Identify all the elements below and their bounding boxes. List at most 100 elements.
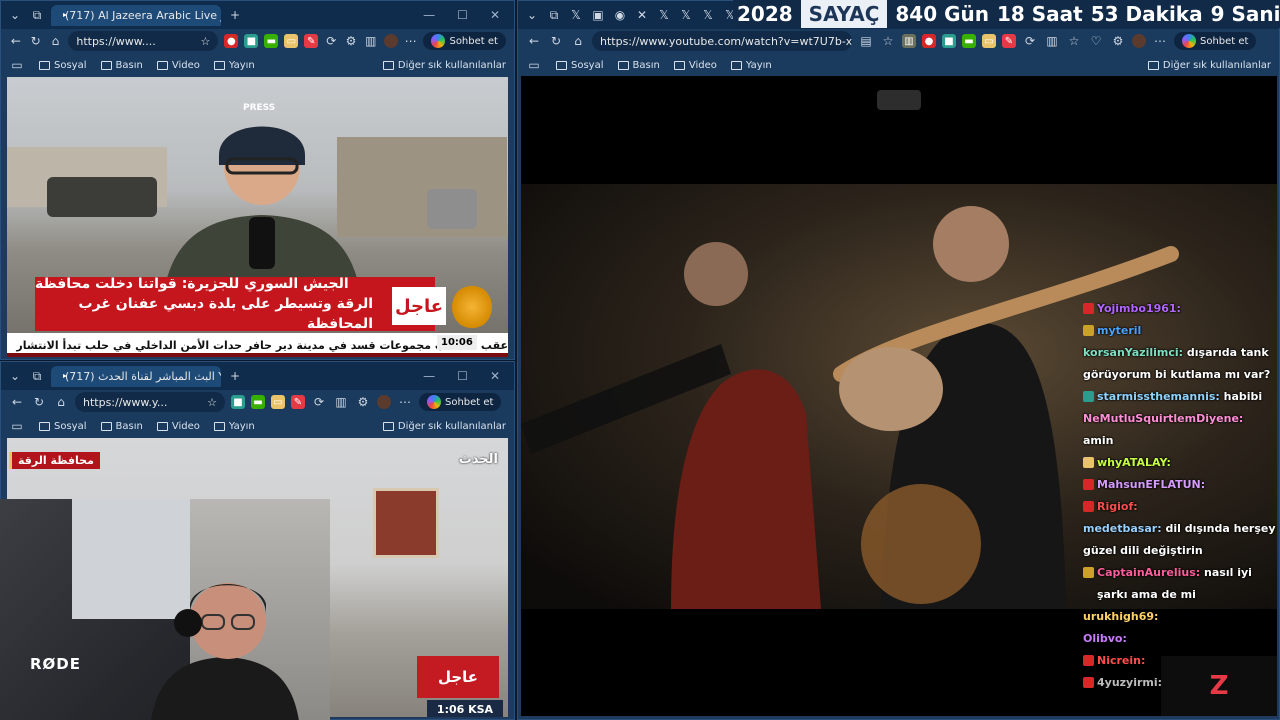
chat-username[interactable]: Nicrein: bbox=[1097, 654, 1145, 667]
extension-icon[interactable]: ▭ bbox=[284, 34, 299, 48]
x-tab-icon[interactable]: 𝕏 bbox=[568, 7, 584, 23]
copilot-button[interactable]: Sohbet et bbox=[419, 393, 502, 411]
back-icon[interactable]: ← bbox=[9, 33, 23, 49]
bookmark-folder[interactable]: Basın bbox=[100, 60, 143, 71]
bookmark-folder[interactable]: Video bbox=[673, 60, 717, 71]
avatar[interactable] bbox=[1132, 34, 1146, 48]
bookmark-folder[interactable]: Sosyal bbox=[556, 60, 604, 71]
refresh-icon[interactable]: ↻ bbox=[31, 394, 47, 410]
star-icon[interactable]: ☆ bbox=[200, 35, 210, 48]
chat-username[interactable]: Rigiof: bbox=[1097, 500, 1138, 513]
chat-username[interactable]: Yojimbo1961: bbox=[1097, 302, 1181, 315]
copilot-button[interactable]: Sohbet et bbox=[423, 32, 506, 50]
new-tab-icon[interactable]: + bbox=[227, 368, 243, 384]
tab-alhadath[interactable]: (717) البث المباشر لقناة الحدث YouTube ✕ bbox=[51, 365, 221, 387]
bookmark-folder[interactable]: Sosyal bbox=[39, 421, 87, 432]
bookmark-folder[interactable]: Video bbox=[156, 60, 200, 71]
puzzle-icon[interactable]: ⚙ bbox=[344, 33, 358, 49]
puzzle-icon[interactable]: ⚙ bbox=[1110, 33, 1126, 49]
home-icon[interactable]: ⌂ bbox=[53, 394, 69, 410]
chat-username[interactable]: korsanYazilimci: bbox=[1083, 346, 1183, 359]
more-icon[interactable]: ⋯ bbox=[404, 33, 418, 49]
back-icon[interactable]: ← bbox=[9, 394, 25, 410]
puzzle-icon[interactable]: ⚙ bbox=[355, 394, 371, 410]
chat-username[interactable]: myteril bbox=[1097, 324, 1141, 337]
favorites-icon[interactable]: ☆ bbox=[1066, 33, 1082, 49]
workspaces-icon[interactable]: ⧉ bbox=[29, 7, 45, 23]
chat-username[interactable]: NeMutluSquirtlemDiyene: bbox=[1083, 412, 1243, 425]
extension-icon[interactable]: ✎ bbox=[1002, 34, 1016, 48]
extension-icon[interactable]: ■ bbox=[942, 34, 956, 48]
video-player-aljazeera[interactable]: PRESS الجيش السوري للجزيرة: قواتنا دخلت … bbox=[7, 77, 508, 357]
new-tab-icon[interactable]: + bbox=[227, 7, 243, 23]
tab-icon[interactable]: ▣ bbox=[590, 7, 606, 23]
other-bookmarks[interactable]: Diğer sık kullanılanlar bbox=[382, 60, 506, 71]
workspaces-icon[interactable]: ⧉ bbox=[29, 368, 45, 384]
extension-icon[interactable]: ✎ bbox=[304, 34, 319, 48]
copilot-button[interactable]: Sohbet et bbox=[1174, 32, 1257, 50]
refresh-icon[interactable]: ⟳ bbox=[311, 394, 327, 410]
reading-list-icon[interactable]: ▭ bbox=[526, 57, 542, 73]
refresh-icon[interactable]: ↻ bbox=[29, 33, 43, 49]
maximize-icon[interactable]: ☐ bbox=[457, 8, 468, 22]
home-icon[interactable]: ⌂ bbox=[49, 33, 63, 49]
extension-icon[interactable]: ▥ bbox=[902, 34, 916, 48]
bookmark-folder[interactable]: Basın bbox=[100, 421, 143, 432]
extension-icon[interactable]: ■ bbox=[244, 34, 259, 48]
bookmark-folder[interactable]: Sosyal bbox=[39, 60, 87, 71]
reading-list-icon[interactable]: ▭ bbox=[9, 57, 25, 73]
close-tab-icon[interactable]: ✕ bbox=[634, 7, 650, 23]
extension-icon[interactable]: ▬ bbox=[264, 34, 279, 48]
refresh-icon[interactable]: ↻ bbox=[548, 33, 564, 49]
bookmark-folder[interactable]: Video bbox=[156, 421, 200, 432]
chat-username[interactable]: CaptainAurelius: bbox=[1097, 566, 1200, 579]
workspaces-icon[interactable]: ⧉ bbox=[546, 7, 562, 23]
more-icon[interactable]: ⋯ bbox=[1152, 33, 1168, 49]
extension-icon[interactable]: ▬ bbox=[251, 395, 265, 409]
avatar[interactable] bbox=[383, 34, 398, 48]
star-icon[interactable]: ☆ bbox=[207, 396, 217, 409]
close-window-icon[interactable]: ✕ bbox=[490, 369, 500, 383]
chat-username[interactable]: urukhigh69: bbox=[1083, 610, 1158, 623]
bookmark-folder[interactable]: Basın bbox=[617, 60, 660, 71]
extension-icon[interactable]: ✎ bbox=[291, 395, 305, 409]
url-field[interactable]: https://www.... ☆ bbox=[68, 31, 219, 51]
split-icon[interactable]: ▥ bbox=[364, 33, 378, 49]
bookmark-folder[interactable]: Yayın bbox=[730, 60, 772, 71]
minimize-icon[interactable]: — bbox=[423, 8, 435, 22]
minimize-icon[interactable]: — bbox=[423, 369, 435, 383]
url-field[interactable]: https://www.y... ☆ bbox=[75, 392, 225, 412]
tab-list-icon[interactable]: ⌄ bbox=[524, 7, 540, 23]
reader-icon[interactable]: ▤ bbox=[858, 33, 874, 49]
refresh-icon[interactable]: ⟳ bbox=[1022, 33, 1038, 49]
refresh-icon[interactable]: ⟳ bbox=[324, 33, 338, 49]
x-tab-icon[interactable]: 𝕏 bbox=[656, 7, 672, 23]
other-bookmarks[interactable]: Diğer sık kullanılanlar bbox=[382, 421, 506, 432]
url-field[interactable]: https://www.youtube.com/watch?v=wt7U7b-x… bbox=[592, 31, 852, 51]
extension-icon[interactable]: ▭ bbox=[982, 34, 996, 48]
star-icon[interactable]: ☆ bbox=[880, 33, 896, 49]
back-icon[interactable]: ← bbox=[526, 33, 542, 49]
bookmark-folder[interactable]: Yayın bbox=[213, 60, 255, 71]
split-icon[interactable]: ▥ bbox=[1044, 33, 1060, 49]
tab-list-icon[interactable]: ⌄ bbox=[7, 368, 23, 384]
player-overlay-button[interactable] bbox=[877, 90, 921, 110]
more-icon[interactable]: ⋯ bbox=[397, 394, 413, 410]
chat-username[interactable]: starmissthemannis: bbox=[1097, 390, 1220, 403]
close-window-icon[interactable]: ✕ bbox=[490, 8, 500, 22]
tab-icon[interactable]: ◉ bbox=[612, 7, 628, 23]
maximize-icon[interactable]: ☐ bbox=[457, 369, 468, 383]
chat-username[interactable]: 4yuzyirmi: bbox=[1097, 676, 1162, 689]
chat-username[interactable]: whyATALAY: bbox=[1097, 456, 1171, 469]
chat-username[interactable]: MahsunEFLATUN: bbox=[1097, 478, 1205, 491]
avatar[interactable] bbox=[377, 395, 391, 409]
tab-aljazeera[interactable]: (717) Al Jazeera Arabic Live الجزيرة مبا… bbox=[51, 4, 221, 26]
extension-icon[interactable]: ▬ bbox=[962, 34, 976, 48]
home-icon[interactable]: ⌂ bbox=[570, 33, 586, 49]
extension-icon[interactable]: ● bbox=[224, 34, 239, 48]
collections-icon[interactable]: ♡ bbox=[1088, 33, 1104, 49]
x-tab-icon[interactable]: 𝕏 bbox=[678, 7, 694, 23]
chat-username[interactable]: Olibvo: bbox=[1083, 632, 1127, 645]
x-tab-icon[interactable]: 𝕏 bbox=[700, 7, 716, 23]
chat-username[interactable]: medetbasar: bbox=[1083, 522, 1162, 535]
